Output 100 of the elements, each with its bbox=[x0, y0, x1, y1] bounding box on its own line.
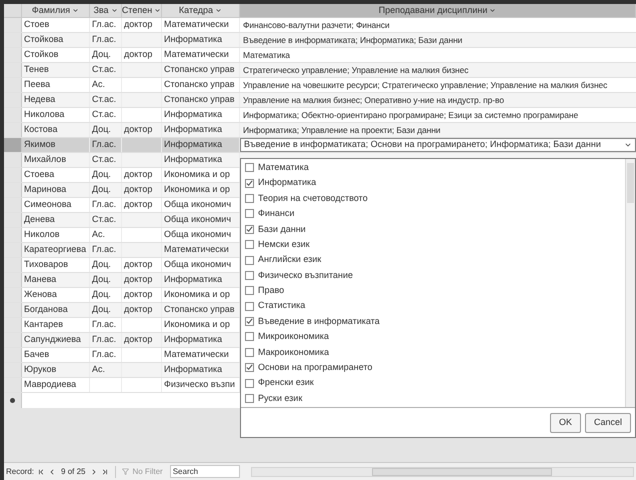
table-cell-text: доктор bbox=[124, 48, 152, 62]
table-cell-text: Доц. bbox=[92, 303, 111, 316]
row-selector[interactable] bbox=[4, 213, 22, 227]
option-item[interactable]: Право bbox=[245, 283, 621, 299]
table-cell-text: Гл.ас. bbox=[92, 318, 116, 332]
row-selector[interactable] bbox=[4, 108, 22, 122]
column-header[interactable]: Зва bbox=[90, 4, 122, 17]
table-cell-text: доктор bbox=[124, 168, 152, 182]
checkbox[interactable] bbox=[245, 270, 254, 280]
row-selector[interactable] bbox=[4, 198, 22, 212]
search-field[interactable]: Search bbox=[170, 465, 240, 478]
row-selector[interactable] bbox=[4, 288, 22, 302]
record-position-field[interactable]: 9 of 25 bbox=[59, 466, 88, 478]
table-cell-text: Информатика bbox=[164, 363, 222, 376]
row-selector[interactable] bbox=[4, 123, 22, 137]
row-selector[interactable] bbox=[4, 378, 22, 392]
checkbox[interactable] bbox=[245, 194, 254, 203]
row-selector[interactable] bbox=[4, 318, 22, 332]
row-selector[interactable] bbox=[4, 333, 22, 347]
dialog-button[interactable]: Cancel bbox=[584, 412, 631, 433]
option-item[interactable]: Финанси bbox=[245, 206, 621, 222]
vertical-scrollbar[interactable] bbox=[625, 159, 635, 408]
first-record-icon[interactable] bbox=[37, 468, 46, 476]
table-cell-text: Денева bbox=[24, 213, 55, 226]
row-selector[interactable] bbox=[4, 243, 22, 257]
checkbox[interactable] bbox=[245, 348, 254, 357]
table-cell-text: Стойкова bbox=[24, 33, 64, 46]
checkbox[interactable] bbox=[245, 332, 254, 342]
table-cell-text: Гл.ас. bbox=[92, 243, 116, 256]
row-selector[interactable] bbox=[4, 228, 22, 242]
table-cell-text: Икономика и ор bbox=[164, 318, 230, 332]
checkbox[interactable] bbox=[245, 394, 254, 404]
option-item[interactable]: Физическо възпитание bbox=[245, 268, 621, 284]
table-cell-text: Доц. bbox=[92, 288, 111, 302]
row-selector[interactable] bbox=[4, 183, 22, 197]
checkbox[interactable] bbox=[245, 209, 254, 218]
last-record-icon[interactable] bbox=[101, 468, 110, 476]
option-item[interactable]: Въведение в информатиката bbox=[245, 314, 621, 330]
column-header[interactable]: Преподавани дисциплини bbox=[240, 4, 636, 17]
table-cell-text: Информатика bbox=[164, 108, 222, 122]
table-cell-text: Гл.ас. bbox=[92, 18, 116, 32]
option-item[interactable]: Руски език bbox=[245, 390, 621, 406]
option-item[interactable]: Микроикономика bbox=[245, 329, 621, 345]
option-item[interactable]: Немски език bbox=[245, 236, 621, 252]
row-selector[interactable] bbox=[4, 303, 22, 317]
row-selector[interactable] bbox=[4, 153, 22, 167]
table-cell-text: Информатика bbox=[164, 123, 222, 136]
checkbox[interactable] bbox=[245, 317, 254, 326]
table-cell-text: Стопанско управ bbox=[164, 63, 235, 76]
table-cell-text: Обща икономич bbox=[164, 198, 232, 212]
checkbox[interactable] bbox=[245, 286, 254, 296]
checkbox[interactable] bbox=[245, 302, 254, 311]
row-selector[interactable] bbox=[4, 48, 22, 62]
option-item[interactable]: Статистика bbox=[245, 298, 621, 314]
row-selector[interactable] bbox=[4, 168, 22, 182]
row-selector[interactable] bbox=[4, 78, 22, 92]
column-header[interactable]: Фамилия bbox=[22, 4, 90, 17]
horizontal-scrollbar[interactable] bbox=[250, 466, 634, 476]
table-cell-text: Икономика и ор bbox=[164, 183, 230, 196]
table-cell-text: Доц. bbox=[92, 258, 111, 272]
option-item[interactable]: Основи на програмирането bbox=[245, 360, 621, 376]
option-item[interactable]: Френски език bbox=[245, 375, 621, 391]
dialog-button[interactable]: OK bbox=[550, 412, 581, 433]
table-cell-text: Мавродиева bbox=[24, 378, 76, 392]
checkbox[interactable] bbox=[245, 240, 254, 250]
row-selector[interactable] bbox=[4, 33, 22, 47]
column-header[interactable]: Степен bbox=[122, 4, 162, 17]
checkbox[interactable] bbox=[245, 378, 254, 388]
option-item[interactable]: Информатика bbox=[245, 175, 621, 191]
table-cell-text: доктор bbox=[124, 123, 152, 136]
checkbox[interactable] bbox=[245, 363, 254, 372]
table-cell-text: доктор bbox=[124, 18, 152, 32]
row-selector[interactable] bbox=[4, 363, 22, 377]
table-cell-text: Икономика и ор bbox=[164, 288, 230, 302]
table-cell-text: Каратеоргиева bbox=[24, 243, 86, 256]
table-cell-text: Симеонова bbox=[24, 198, 72, 212]
row-selector[interactable] bbox=[4, 138, 22, 152]
option-item[interactable]: Теория на счетоводството bbox=[245, 190, 621, 206]
checkbox[interactable] bbox=[245, 178, 254, 188]
checkbox[interactable] bbox=[245, 163, 254, 172]
option-item[interactable]: Математика bbox=[245, 160, 621, 176]
discipline-combo-field[interactable]: Въведение в информатиката; Основи на програмирането; Информатика; Бази данни bbox=[240, 138, 636, 152]
row-selector[interactable] bbox=[4, 348, 22, 362]
option-item[interactable]: Макроикономика bbox=[245, 344, 621, 360]
row-selector[interactable] bbox=[4, 258, 22, 272]
option-item[interactable]: Английски език bbox=[245, 252, 621, 268]
row-selector[interactable] bbox=[4, 63, 22, 77]
option-item[interactable]: Бази данни bbox=[245, 222, 621, 237]
table-cell-text: Стопанско управ bbox=[164, 78, 235, 92]
table-cell-text: Информатика bbox=[164, 138, 222, 152]
checkbox[interactable] bbox=[245, 256, 254, 265]
row-selector[interactable] bbox=[4, 18, 22, 32]
row-selector[interactable] bbox=[4, 93, 22, 107]
row-selector[interactable] bbox=[4, 273, 22, 287]
table-cell-text: Физическо възпи bbox=[164, 378, 235, 392]
table-cell-text: Тенев bbox=[24, 63, 49, 76]
table-cell-text: доктор bbox=[124, 183, 152, 196]
table-cell-text: Гл.ас. bbox=[92, 198, 116, 212]
filter-icon[interactable] bbox=[122, 468, 130, 475]
checkbox[interactable] bbox=[245, 224, 254, 234]
